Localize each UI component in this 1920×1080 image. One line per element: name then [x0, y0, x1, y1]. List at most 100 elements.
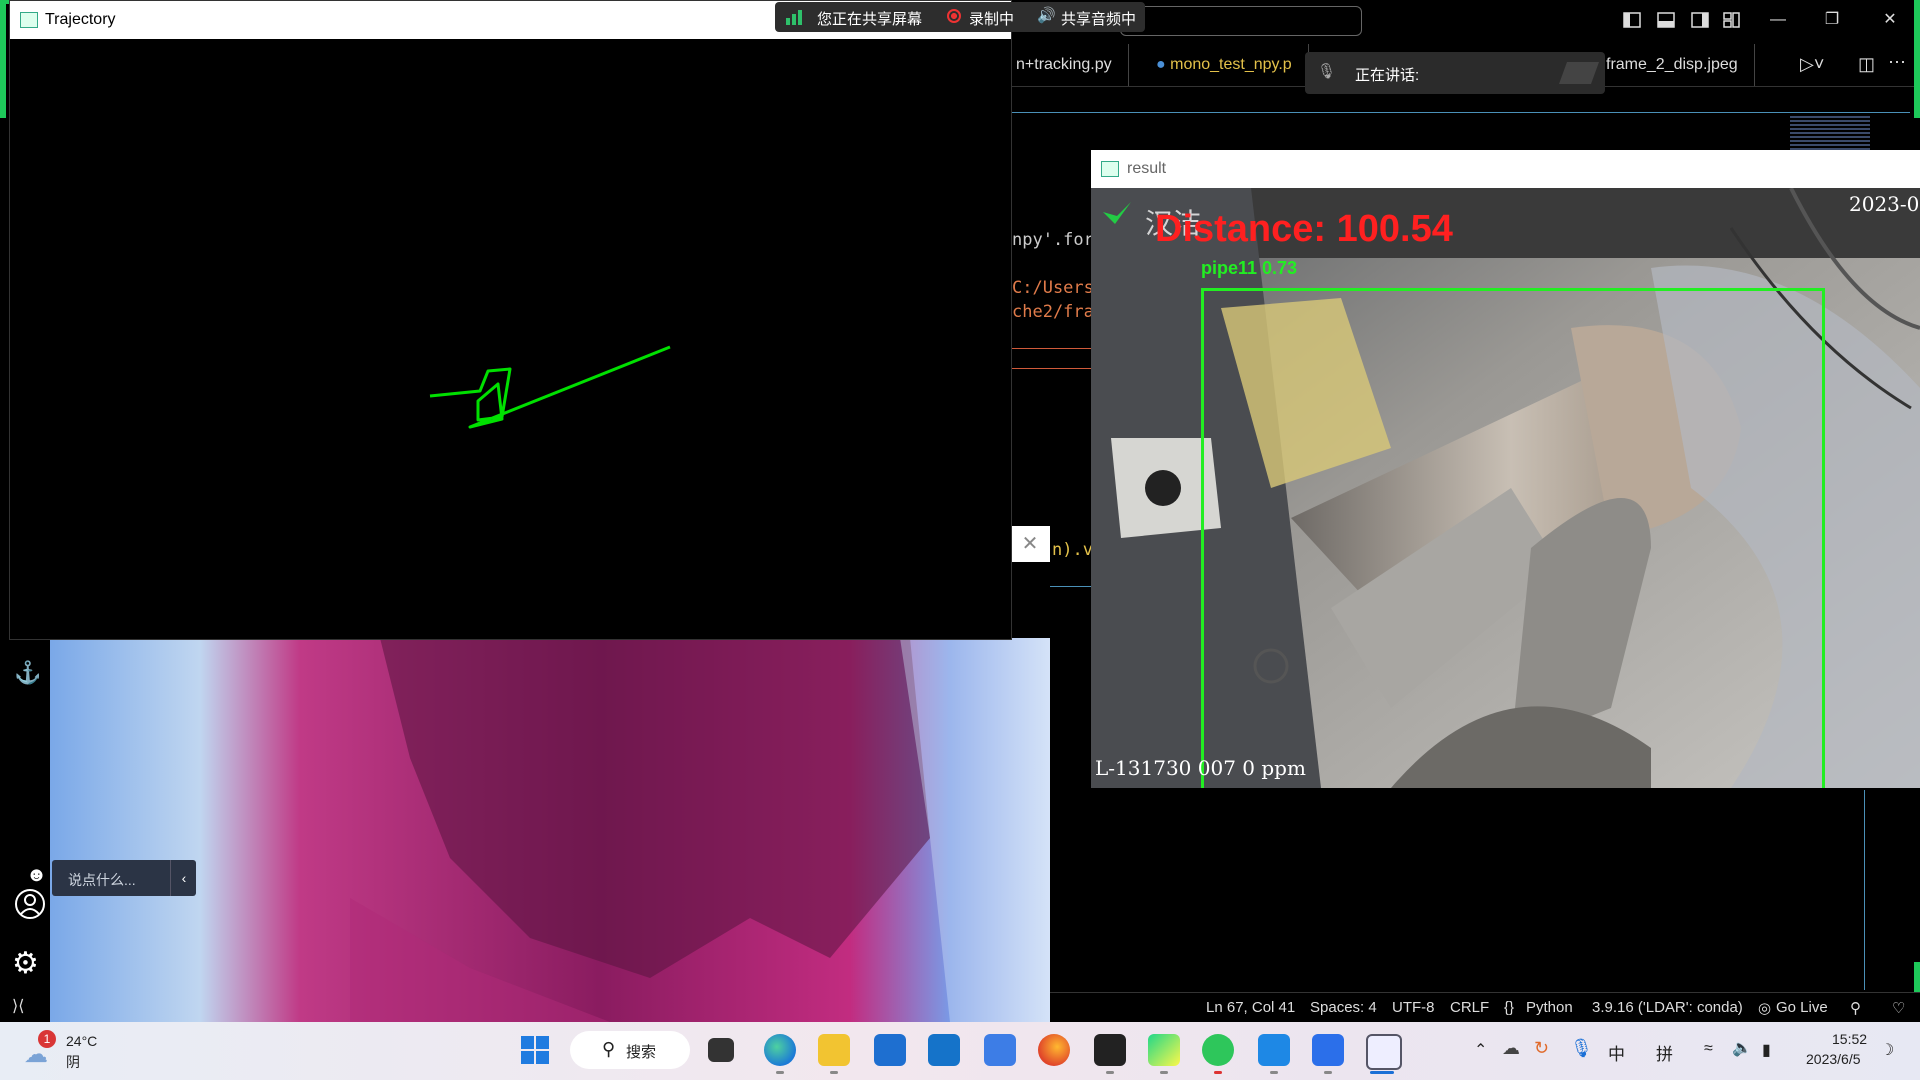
firefox-icon[interactable]: [1038, 1034, 1070, 1066]
detection-box: [1201, 288, 1825, 788]
speaker-avatar: [1558, 62, 1600, 84]
trajectory-window: Trajectory: [9, 0, 1012, 640]
tray-overflow-icon[interactable]: ⌃: [1474, 1040, 1487, 1060]
editor-divider: [1010, 368, 1092, 369]
cursor-position[interactable]: Ln 67, Col 41: [1206, 999, 1295, 1016]
result-titlebar[interactable]: result: [1091, 150, 1920, 188]
footer-overlay: L-131730 007 0 ppm: [1095, 756, 1306, 780]
editor-divider: [1010, 348, 1092, 349]
meeting-app-icon[interactable]: [1312, 1034, 1344, 1066]
docker-icon[interactable]: ⚓: [14, 660, 41, 686]
edge-icon[interactable]: [764, 1034, 796, 1066]
remote-indicator[interactable]: ⟩⟨: [0, 992, 50, 1022]
layout-toggle-icons[interactable]: [1620, 10, 1740, 30]
feishu-icon[interactable]: [984, 1034, 1016, 1066]
audio-share-status[interactable]: 共享音频中: [1061, 8, 1136, 29]
restore-icon[interactable]: ❐: [1820, 8, 1844, 32]
running-indicator: [1324, 1071, 1332, 1074]
window-title: result: [1127, 160, 1167, 177]
code-line: npy'.for: [1012, 230, 1094, 250]
sync-icon[interactable]: ↻: [1534, 1038, 1549, 1059]
tab-tracking[interactable]: n+tracking.py: [1000, 44, 1129, 86]
accounts-icon[interactable]: ⚲: [1850, 999, 1861, 1017]
detection-label: pipe11 0.73: [1201, 258, 1298, 278]
task-view-icon[interactable]: [708, 1038, 734, 1062]
code-line: che2/fra: [1012, 302, 1094, 322]
run-icon[interactable]: ▷˅: [1800, 54, 1824, 75]
result-window: result 汉洁 Distance: 100.54 2023-0 pipe11…: [1091, 150, 1920, 788]
wifi-icon[interactable]: ≈: [1704, 1040, 1713, 1058]
screen-share-bar: 您正在共享屏幕 录制中 🔊 共享音频中: [775, 2, 1145, 32]
mail-icon[interactable]: [928, 1034, 960, 1066]
broadcast-icon: ◎: [1758, 1000, 1772, 1017]
python-window-icon[interactable]: [1366, 1034, 1402, 1070]
tab-mono-test[interactable]: ● mono_test_npy.p: [1140, 44, 1309, 86]
tab-label: frame_2_disp.jpeg: [1606, 56, 1738, 73]
onedrive-icon[interactable]: ☁: [1502, 1038, 1520, 1059]
recording-status[interactable]: 录制中: [969, 8, 1014, 29]
share-border-left: [0, 0, 6, 118]
weather-widget[interactable]: ☁ 1 24°C 阴: [22, 1030, 112, 1074]
tab-frame-disp[interactable]: frame_2_disp.jpeg: [1590, 44, 1755, 86]
chat-input[interactable]: 说点什么... ‹: [52, 860, 196, 896]
search-box[interactable]: ⚲ 搜索: [570, 1031, 690, 1069]
microphone-tray-icon[interactable]: 🎙: [1570, 1038, 1593, 1059]
line-ending[interactable]: CRLF: [1450, 999, 1489, 1016]
timestamp-overlay: 2023-0: [1849, 192, 1920, 216]
start-button[interactable]: [520, 1035, 550, 1065]
running-indicator: [1160, 1071, 1168, 1074]
editor-divider: [1050, 586, 1092, 587]
split-editor-icon[interactable]: ◫: [1858, 54, 1875, 75]
taskbar: [0, 1022, 1920, 1080]
record-icon: [947, 9, 961, 23]
window-app-icon: [20, 12, 38, 28]
active-indicator: [1370, 1071, 1394, 1074]
weather-temp: 24°C: [66, 1033, 98, 1049]
battery-icon[interactable]: ▮: [1762, 1040, 1771, 1060]
terminal-icon[interactable]: [1094, 1034, 1126, 1066]
tab-label: mono_test_npy.p: [1170, 56, 1292, 73]
running-indicator: [830, 1071, 838, 1074]
go-live-button[interactable]: Go Live: [1776, 999, 1828, 1016]
clock-date[interactable]: 2023/6/5: [1806, 1051, 1861, 1067]
volume-icon[interactable]: 🔈: [1732, 1038, 1752, 1058]
close-icon[interactable]: ✕: [1878, 8, 1902, 32]
sharing-status[interactable]: 您正在共享屏幕: [817, 8, 922, 29]
speaking-label: 正在讲话:: [1355, 67, 1420, 84]
python-file-icon: ●: [1156, 56, 1171, 73]
code-line: n).v: [1052, 540, 1093, 560]
more-actions-icon[interactable]: ⋯: [1888, 52, 1906, 73]
popup-close-button[interactable]: ✕: [1010, 526, 1050, 562]
ime-mode[interactable]: 拼: [1656, 1040, 1673, 1065]
braces-icon: {}: [1504, 999, 1515, 1016]
encoding[interactable]: UTF-8: [1392, 999, 1435, 1016]
trajectory-canvas: [429, 345, 671, 429]
pycharm-icon[interactable]: [1148, 1034, 1180, 1066]
weather-desc: 阴: [66, 1054, 80, 1070]
language-mode[interactable]: Python: [1526, 999, 1573, 1016]
bell-icon[interactable]: ♡: [1892, 999, 1905, 1017]
search-label: 搜索: [626, 1044, 657, 1061]
user-icon[interactable]: [14, 888, 46, 925]
command-center[interactable]: [1120, 6, 1362, 36]
gear-icon[interactable]: ⚙: [12, 946, 39, 981]
ime-language[interactable]: 中: [1608, 1040, 1625, 1065]
notification-icon[interactable]: ☽: [1880, 1040, 1894, 1060]
windows-icon: [521, 1036, 549, 1064]
window-title: Trajectory: [45, 11, 116, 28]
running-indicator: [1106, 1071, 1114, 1074]
clock-time[interactable]: 15:52: [1832, 1031, 1867, 1047]
file-explorer-icon[interactable]: [818, 1034, 850, 1066]
indentation[interactable]: Spaces: 4: [1310, 999, 1377, 1016]
vscode-icon[interactable]: [1258, 1034, 1290, 1066]
python-interpreter[interactable]: 3.9.16 ('LDAR': conda): [1592, 999, 1743, 1016]
store-icon[interactable]: [874, 1034, 906, 1066]
search-icon: ⚲: [602, 1039, 616, 1059]
microphone-icon: 🎙: [1317, 63, 1337, 80]
running-indicator: [776, 1071, 784, 1074]
minimize-icon[interactable]: —: [1766, 8, 1790, 32]
emoji-icon[interactable]: ☻: [26, 864, 47, 887]
wechat-icon[interactable]: [1202, 1034, 1234, 1066]
video-frame: [50, 638, 1050, 1022]
collapse-icon[interactable]: ‹: [170, 860, 197, 896]
